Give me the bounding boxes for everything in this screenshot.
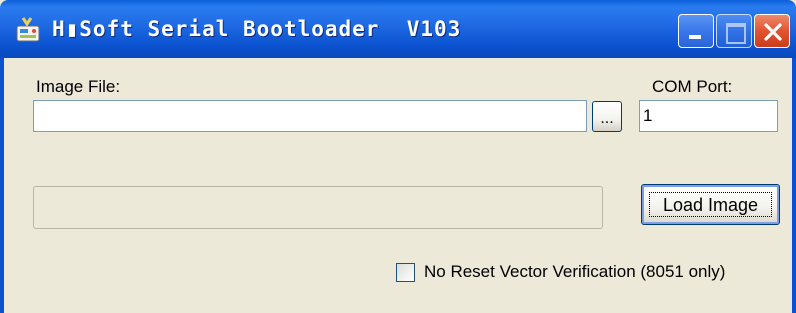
app-icon [14, 16, 42, 44]
window-title: H▮Soft Serial Bootloader V103 [52, 17, 462, 41]
minimize-icon [689, 35, 701, 39]
bootloader-window: H▮Soft Serial Bootloader V103 Image File… [0, 0, 796, 313]
load-image-button-label: Load Image [649, 192, 772, 217]
close-button[interactable] [754, 14, 790, 48]
maximize-icon [726, 23, 746, 44]
window-frame-right [792, 58, 796, 313]
no-reset-vector-label[interactable]: No Reset Vector Verification (8051 only) [424, 262, 725, 282]
minimize-button[interactable] [678, 14, 714, 48]
window-frame-left [0, 58, 4, 313]
com-port-label: COM Port: [652, 77, 733, 96]
progress-bar [33, 186, 603, 229]
image-file-label: Image File: [36, 77, 121, 96]
title-bar[interactable]: H▮Soft Serial Bootloader V103 [0, 0, 796, 58]
no-reset-vector-checkbox[interactable] [396, 263, 415, 282]
maximize-button[interactable] [716, 14, 752, 48]
browse-button[interactable]: ... [592, 101, 622, 132]
com-port-input[interactable] [639, 100, 778, 132]
image-file-input[interactable] [33, 100, 587, 132]
load-image-button[interactable]: Load Image [641, 184, 780, 225]
